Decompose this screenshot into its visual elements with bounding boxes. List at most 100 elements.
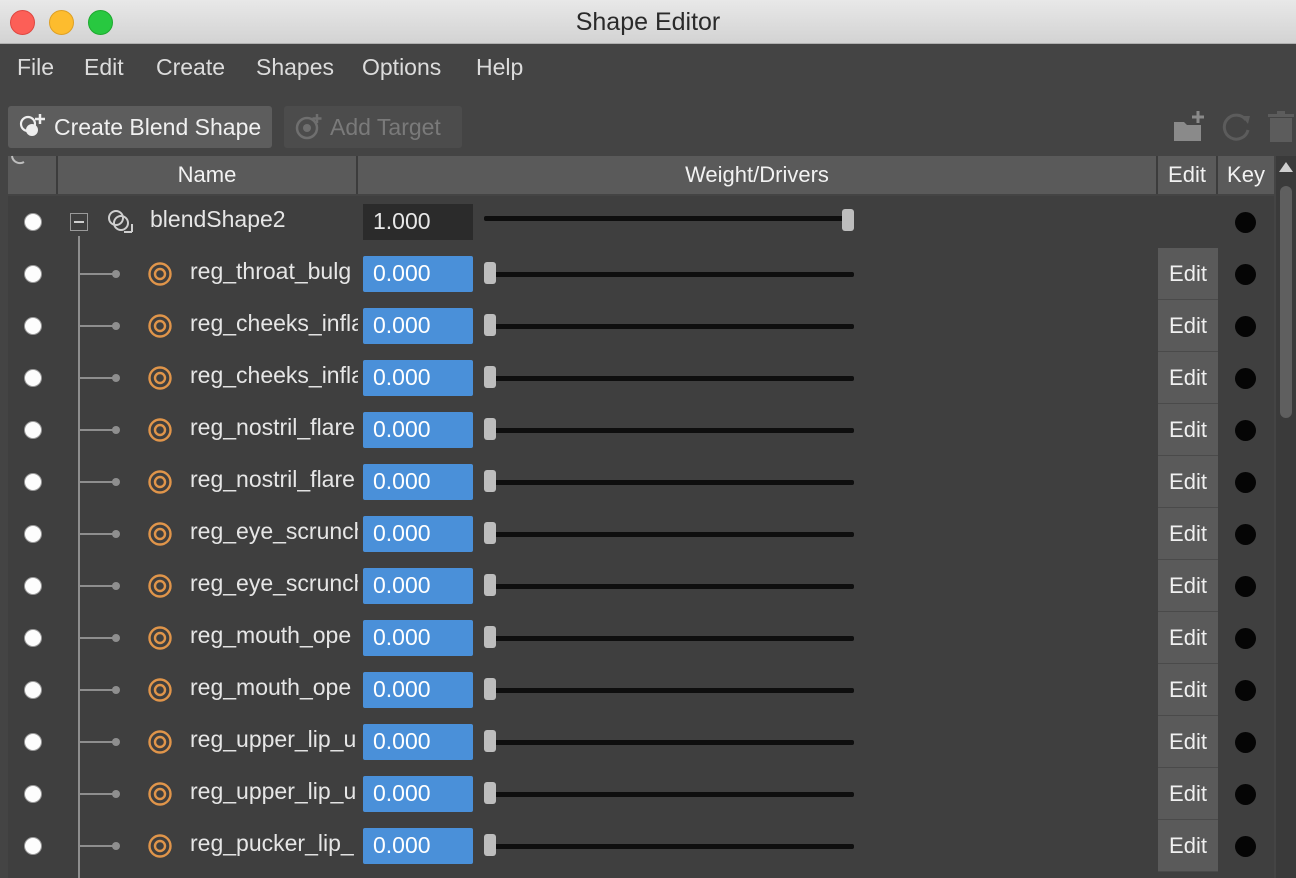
visibility-toggle[interactable]	[24, 317, 42, 335]
target-row[interactable]: reg_pucker_lip_ 0.000 Edit	[8, 820, 1274, 872]
target-weight-slider[interactable]	[484, 532, 854, 537]
target-name[interactable]: reg_throat_bulg	[190, 258, 358, 285]
key-button[interactable]	[1235, 732, 1256, 753]
target-name[interactable]: reg_nostril_flare	[190, 466, 358, 493]
target-weight-slider[interactable]	[484, 376, 854, 381]
target-weight-field[interactable]: 0.000	[363, 672, 473, 708]
blendshape-name[interactable]: blendShape2	[150, 206, 286, 233]
target-name[interactable]: reg_nostril_flare	[190, 414, 358, 441]
target-row[interactable]: reg_cheeks_infla 0.000 Edit	[8, 352, 1274, 404]
target-name[interactable]: reg_pucker_lip_	[190, 830, 358, 857]
blendshape-weight-field[interactable]: 1.000	[363, 204, 473, 240]
slider-handle[interactable]	[484, 262, 496, 284]
slider-handle[interactable]	[484, 782, 496, 804]
target-weight-field[interactable]: 0.000	[363, 568, 473, 604]
edit-button[interactable]: Edit	[1158, 768, 1218, 820]
target-weight-field[interactable]: 0.000	[363, 464, 473, 500]
key-button[interactable]	[1235, 472, 1256, 493]
edit-button[interactable]: Edit	[1158, 664, 1218, 716]
blendshape-group-row[interactable]: blendShape2 1.000	[8, 196, 1274, 248]
edit-button[interactable]: Edit	[1158, 612, 1218, 664]
slider-handle[interactable]	[484, 366, 496, 388]
slider-handle[interactable]	[484, 678, 496, 700]
visibility-toggle[interactable]	[24, 785, 42, 803]
target-weight-field[interactable]: 0.000	[363, 308, 473, 344]
visibility-toggle[interactable]	[24, 369, 42, 387]
target-weight-field[interactable]: 0.000	[363, 620, 473, 656]
name-column-header[interactable]: Name	[58, 156, 358, 194]
collapse-toggle-icon[interactable]	[70, 213, 88, 231]
target-row[interactable]: reg_throat_bulg 0.000 Edit	[8, 248, 1274, 300]
slider-handle[interactable]	[484, 730, 496, 752]
menu-edit[interactable]: Edit	[84, 54, 124, 81]
weight-drivers-column-header[interactable]: Weight/Drivers	[358, 156, 1158, 194]
slider-handle[interactable]	[484, 470, 496, 492]
target-weight-slider[interactable]	[484, 428, 854, 433]
menu-file[interactable]: File	[17, 54, 54, 81]
key-button[interactable]	[1235, 576, 1256, 597]
edit-button[interactable]: Edit	[1158, 716, 1218, 768]
target-name[interactable]: reg_mouth_ope	[190, 674, 358, 701]
refresh-icon[interactable]	[1220, 110, 1254, 144]
edit-button[interactable]: Edit	[1158, 560, 1218, 612]
target-name[interactable]: reg_upper_lip_u	[190, 726, 358, 753]
target-row[interactable]: reg_mouth_ope 0.000 Edit	[8, 612, 1274, 664]
menu-create[interactable]: Create	[156, 54, 225, 81]
target-row[interactable]: reg_upper_lip_u 0.000 Edit	[8, 768, 1274, 820]
key-button[interactable]	[1235, 264, 1256, 285]
menu-shapes[interactable]: Shapes	[256, 54, 334, 81]
visibility-toggle[interactable]	[24, 265, 42, 283]
scroll-up-arrow-icon[interactable]	[1279, 162, 1293, 172]
key-column-header[interactable]: Key	[1218, 156, 1274, 194]
target-weight-field[interactable]: 0.000	[363, 412, 473, 448]
target-row[interactable]: reg_mouth_ope 0.000 Edit	[8, 664, 1274, 716]
target-row[interactable]: reg_nostril_flare 0.000 Edit	[8, 456, 1274, 508]
edit-button[interactable]: Edit	[1158, 404, 1218, 456]
target-weight-slider[interactable]	[484, 324, 854, 329]
key-button[interactable]	[1235, 628, 1256, 649]
visibility-toggle[interactable]	[24, 681, 42, 699]
slider-handle[interactable]	[484, 834, 496, 856]
edit-button[interactable]: Edit	[1158, 352, 1218, 404]
target-weight-slider[interactable]	[484, 272, 854, 277]
key-button[interactable]	[1235, 368, 1256, 389]
visibility-toggle[interactable]	[24, 213, 42, 231]
slider-handle[interactable]	[484, 314, 496, 336]
target-name[interactable]: reg_upper_lip_u	[190, 778, 358, 805]
slider-handle[interactable]	[484, 418, 496, 440]
menu-help[interactable]: Help	[476, 54, 523, 81]
visibility-toggle[interactable]	[24, 473, 42, 491]
key-button[interactable]	[1235, 524, 1256, 545]
visibility-toggle[interactable]	[24, 837, 42, 855]
key-button[interactable]	[1235, 836, 1256, 857]
target-weight-slider[interactable]	[484, 636, 854, 641]
add-target-button[interactable]: Add Target	[284, 106, 462, 148]
target-weight-slider[interactable]	[484, 792, 854, 797]
target-name[interactable]: reg_cheeks_infla	[190, 310, 358, 337]
target-weight-field[interactable]: 0.000	[363, 828, 473, 864]
target-name[interactable]: reg_eye_scrunch	[190, 570, 358, 597]
target-weight-slider[interactable]	[484, 480, 854, 485]
target-row[interactable]: reg_upper_lip_u 0.000 Edit	[8, 716, 1274, 768]
target-row[interactable]: reg_eye_scrunch 0.000 Edit	[8, 508, 1274, 560]
visibility-toggle[interactable]	[24, 629, 42, 647]
target-weight-slider[interactable]	[484, 584, 854, 589]
edit-button[interactable]: Edit	[1158, 508, 1218, 560]
edit-button[interactable]: Edit	[1158, 300, 1218, 352]
visibility-toggle[interactable]	[24, 577, 42, 595]
target-weight-field[interactable]: 0.000	[363, 516, 473, 552]
key-button[interactable]	[1235, 212, 1256, 233]
target-weight-slider[interactable]	[484, 740, 854, 745]
target-row[interactable]: reg_eye_scrunch 0.000 Edit	[8, 560, 1274, 612]
visibility-toggle[interactable]	[24, 421, 42, 439]
target-name[interactable]: reg_eye_scrunch	[190, 518, 358, 545]
visibility-toggle[interactable]	[24, 525, 42, 543]
target-name[interactable]: reg_cheeks_infla	[190, 362, 358, 389]
vertical-scrollbar[interactable]	[1276, 156, 1296, 878]
visibility-toggle[interactable]	[24, 733, 42, 751]
target-weight-slider[interactable]	[484, 688, 854, 693]
target-row[interactable]: reg_nostril_flare 0.000 Edit	[8, 404, 1274, 456]
slider-handle[interactable]	[484, 626, 496, 648]
scrollbar-thumb[interactable]	[1280, 186, 1292, 418]
key-button[interactable]	[1235, 680, 1256, 701]
